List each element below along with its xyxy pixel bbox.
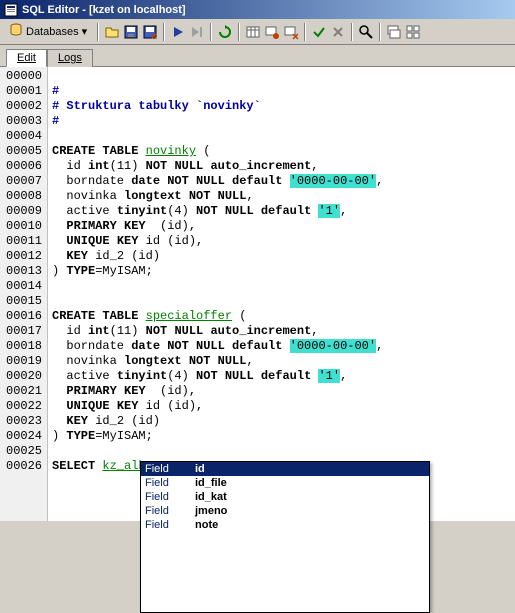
execute-step-icon[interactable] [189,24,205,40]
refresh-icon[interactable] [217,24,233,40]
separator [97,23,99,41]
tile-icon[interactable] [405,24,421,40]
rollback-icon[interactable] [330,24,346,40]
titlebar: SQL Editor - [kzet on localhost] [0,0,515,19]
save-icon[interactable] [123,24,139,40]
table-remove-icon[interactable] [283,24,299,40]
autocomplete-item[interactable]: Fieldid_file [141,476,429,490]
separator [163,23,165,41]
editor[interactable]: 0000000001000020000300004000050000600007… [0,67,515,521]
code-area[interactable]: ## Struktura tabulky `novinky`# CREATE T… [48,67,515,521]
window-icon[interactable] [386,24,402,40]
databases-label: Databases [26,26,79,38]
separator [210,23,212,41]
table-icon[interactable] [245,24,261,40]
open-icon[interactable] [104,24,120,40]
autocomplete-item[interactable]: Fieldjmeno [141,504,429,518]
tabbar: Edit Logs [0,45,515,67]
table-add-icon[interactable] [264,24,280,40]
separator [304,23,306,41]
commit-icon[interactable] [311,24,327,40]
find-icon[interactable] [358,24,374,40]
tab-logs[interactable]: Logs [47,49,93,67]
autocomplete-popup[interactable]: Fieldid Fieldid_file Fieldid_kat Fieldjm… [140,461,430,613]
app-icon [3,2,19,18]
dropdown-arrow-icon: ▾ [82,25,88,38]
tab-edit[interactable]: Edit [6,49,47,67]
autocomplete-item[interactable]: Fieldid_kat [141,490,429,504]
autocomplete-empty [141,532,429,612]
toolbar: Databases ▾ [0,19,515,45]
separator [351,23,353,41]
databases-dropdown[interactable]: Databases ▾ [4,21,92,42]
separator [238,23,240,41]
line-gutter: 0000000001000020000300004000050000600007… [0,67,48,521]
title-text: SQL Editor - [kzet on localhost] [22,4,186,16]
autocomplete-item[interactable]: Fieldnote [141,518,429,532]
separator [379,23,381,41]
autocomplete-item[interactable]: Fieldid [141,462,429,476]
database-icon [9,23,23,40]
save-as-icon[interactable] [142,24,158,40]
execute-icon[interactable] [170,24,186,40]
